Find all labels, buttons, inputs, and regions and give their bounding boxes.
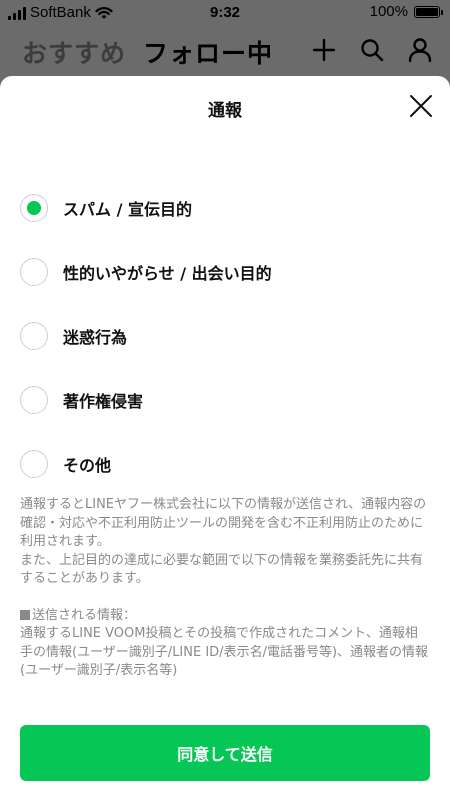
radio-selected-dot — [27, 201, 41, 215]
info-body: 通報するLINE VOOM投稿とその投稿で作成されたコメント、通報相手の情報(ユ… — [20, 626, 429, 678]
option-label: 迷惑行為 — [63, 328, 128, 347]
option-label: 著作権侵害 — [63, 392, 144, 411]
sheet-title: 通報 — [208, 101, 242, 121]
privacy-notice: 通報するとLINEヤフー株式会社に以下の情報が送信され、通報内容の確認・対応や不… — [20, 496, 430, 681]
close-icon[interactable] — [408, 93, 434, 119]
notice-paragraph: 通報するとLINEヤフー株式会社に以下の情報が送信され、通報内容の確認・対応や不… — [20, 497, 427, 549]
report-sheet: 通報 スパム / 宣伝目的 性的いやがらせ / 出会い目的 迷惑行為 著作権侵害… — [0, 76, 450, 800]
battery-percent: 100% — [369, 3, 408, 20]
radio-button[interactable] — [20, 386, 48, 414]
tab-following[interactable]: フォロー中 — [143, 34, 273, 70]
radio-button[interactable] — [20, 322, 48, 350]
tab-recommended[interactable]: おすすめ — [22, 34, 126, 70]
battery-fill — [416, 7, 438, 16]
square-bullet-icon — [20, 609, 30, 620]
battery-icon — [414, 5, 443, 18]
info-heading-text: 送信される情報： — [32, 607, 137, 623]
radio-button[interactable] — [20, 450, 48, 478]
option-label: スパム / 宣伝目的 — [63, 200, 192, 219]
option-other[interactable]: その他 — [20, 432, 430, 496]
status-right: 100% — [369, 3, 443, 20]
background-header: おすすめ フォロー中 — [0, 26, 450, 76]
option-label: その他 — [63, 456, 112, 475]
option-label: 性的いやがらせ / 出会い目的 — [63, 264, 272, 283]
search-icon[interactable] — [358, 36, 386, 64]
option-nuisance[interactable]: 迷惑行為 — [20, 304, 430, 368]
radio-button[interactable] — [20, 194, 48, 222]
plus-icon[interactable] — [310, 36, 338, 64]
status-bar: SoftBank 9:32 100% — [0, 0, 450, 26]
report-options: スパム / 宣伝目的 性的いやがらせ / 出会い目的 迷惑行為 著作権侵害 その… — [20, 176, 430, 496]
person-icon[interactable] — [406, 36, 434, 64]
info-heading: 送信される情報： — [20, 607, 430, 626]
option-spam[interactable]: スパム / 宣伝目的 — [20, 176, 430, 240]
agree-submit-button[interactable]: 同意して送信 — [20, 725, 430, 781]
notice-paragraph: また、上記目的の達成に必要な範囲で以下の情報を業務委託先に共有することがあります… — [20, 552, 424, 587]
radio-button[interactable] — [20, 258, 48, 286]
option-copyright[interactable]: 著作権侵害 — [20, 368, 430, 432]
option-harassment[interactable]: 性的いやがらせ / 出会い目的 — [20, 240, 430, 304]
